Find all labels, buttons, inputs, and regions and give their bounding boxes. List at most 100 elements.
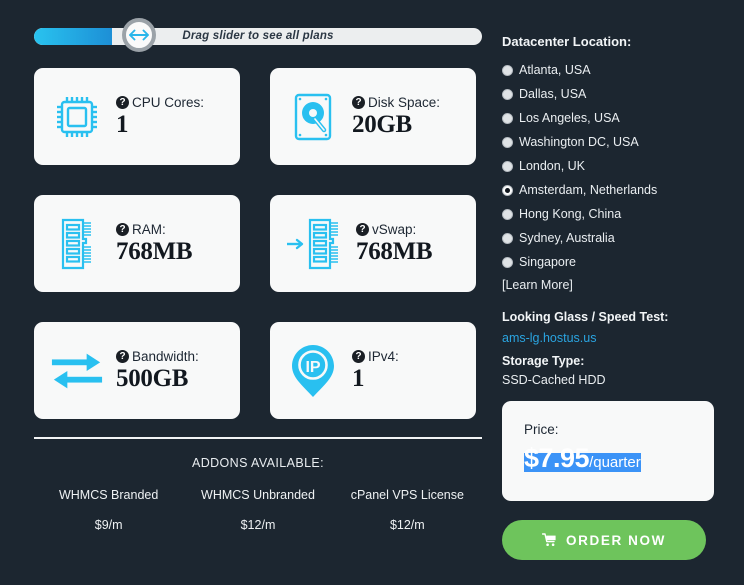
radio-button-icon[interactable]: [502, 184, 513, 196]
radio-button-icon[interactable]: [502, 136, 513, 148]
spec-label-row: ? Disk Space:: [352, 95, 462, 110]
addons-title: ADDONS AVAILABLE:: [191, 456, 325, 470]
spec-text: ? IPv4: 1: [352, 349, 462, 392]
price-amount: $7.95: [524, 443, 590, 473]
datacenter-option-dallas[interactable]: Dallas, USA: [502, 82, 714, 106]
spec-label-row: ? vSwap:: [356, 222, 462, 237]
radio-label: Atlanta, USA: [519, 63, 591, 77]
spec-text: ? Bandwidth: 500GB: [116, 349, 226, 392]
spec-card-cpu-cores: ? CPU Cores: 1: [34, 68, 240, 165]
ip-location-pin-icon: IP: [286, 342, 340, 400]
plan-slider-handle[interactable]: [122, 18, 156, 52]
datacenter-option-singapore[interactable]: Singapore: [502, 250, 714, 274]
svg-text:IP: IP: [305, 359, 320, 376]
addons-divider: [34, 437, 482, 439]
addons-section: ADDONS AVAILABLE: WHMCS Branded $9/m WHM…: [34, 437, 482, 532]
spec-value: 768MB: [356, 237, 433, 265]
spec-label-row: ? Bandwidth:: [116, 349, 226, 364]
storage-type-title: Storage Type:: [502, 354, 585, 368]
radio-button-icon[interactable]: [502, 232, 513, 244]
price-period: /quarter: [589, 454, 641, 471]
help-icon[interactable]: ?: [116, 349, 129, 363]
order-now-label: ORDER NOW: [566, 532, 666, 548]
addon-price: $12/m: [389, 518, 425, 532]
addon-name: WHMCS Branded: [58, 488, 159, 502]
spec-label-row: ? IPv4:: [352, 349, 462, 364]
spec-card-vswap: ? vSwap: 768MB: [270, 195, 476, 292]
datacenter-option-los-angeles[interactable]: Los Angeles, USA: [502, 106, 714, 130]
spec-card-grid: ? CPU Cores: 1 ? Disk Space: 20GB ? RAM:…: [34, 68, 478, 419]
datacenter-option-amsterdam[interactable]: Amsterdam, Netherlands: [502, 178, 714, 202]
left-right-arrow-icon: [129, 29, 149, 41]
cpu-chip-icon: [50, 88, 104, 146]
looking-glass-title: Looking Glass / Speed Test:: [502, 310, 669, 324]
vswap-arrow-ram-icon: [286, 215, 344, 273]
addons-name-row: WHMCS Branded $9/m WHMCS Unbranded $12/m…: [34, 488, 482, 532]
spec-label: Bandwidth:: [132, 348, 199, 364]
datacenter-radio-group[interactable]: Atlanta, USA Dallas, USA Los Angeles, US…: [502, 58, 714, 274]
spec-text: ? RAM: 768MB: [116, 222, 226, 265]
vps-plan-configurator: Drag slider to see all plans ? CPU Cores…: [0, 0, 744, 585]
radio-button-icon[interactable]: [502, 64, 513, 76]
radio-label: Washington DC, USA: [519, 135, 639, 149]
help-icon[interactable]: ?: [116, 95, 129, 109]
hard-disk-icon: [286, 88, 340, 146]
spec-label: RAM:: [132, 221, 166, 237]
learn-more-link[interactable]: [Learn More]: [502, 278, 573, 292]
datacenter-option-atlanta[interactable]: Atlanta, USA: [502, 58, 714, 82]
radio-label: London, UK: [519, 159, 586, 173]
radio-label: Dallas, USA: [519, 87, 587, 101]
datacenter-option-washington-dc[interactable]: Washington DC, USA: [502, 130, 714, 154]
spec-text: ? Disk Space: 20GB: [352, 95, 462, 138]
spec-card-ram: ? RAM: 768MB: [34, 195, 240, 292]
bandwidth-arrows-icon: [50, 342, 104, 400]
spec-value: 20GB: [352, 110, 412, 138]
radio-label: Singapore: [519, 255, 576, 269]
spec-label-row: ? RAM:: [116, 222, 226, 237]
spec-value: 768MB: [116, 237, 193, 265]
addon-name: cPanel VPS License: [350, 488, 464, 502]
radio-button-icon[interactable]: [502, 88, 513, 100]
radio-label: Los Angeles, USA: [519, 111, 620, 125]
spec-card-ipv4: IP ? IPv4: 1: [270, 322, 476, 419]
spec-value: 1: [116, 110, 129, 138]
spec-label: IPv4:: [368, 348, 399, 364]
spec-card-disk-space: ? Disk Space: 20GB: [270, 68, 476, 165]
plan-slider[interactable]: Drag slider to see all plans: [34, 18, 482, 52]
addon-item: WHMCS Unbranded $12/m: [183, 488, 332, 532]
plan-slider-label: Drag slider to see all plans: [182, 30, 334, 42]
spec-label: vSwap:: [372, 221, 417, 237]
storage-type-value: SSD-Cached HDD: [502, 373, 606, 387]
help-icon[interactable]: ?: [352, 349, 365, 363]
addon-item: cPanel VPS License $12/m: [333, 488, 482, 532]
addon-name: WHMCS Unbranded: [201, 488, 315, 502]
datacenter-option-london[interactable]: London, UK: [502, 154, 714, 178]
looking-glass-link[interactable]: ams-lg.hostus.us: [502, 331, 596, 345]
plan-specs-panel: Drag slider to see all plans ? CPU Cores…: [0, 0, 496, 585]
radio-button-icon[interactable]: [502, 112, 513, 124]
price-line: $7.95/quarter: [524, 443, 641, 474]
radio-label: Hong Kong, China: [519, 207, 622, 221]
spec-label-row: ? CPU Cores:: [116, 95, 226, 110]
spec-value: 1: [352, 364, 365, 392]
spec-text: ? vSwap: 768MB: [356, 222, 462, 265]
radio-button-icon[interactable]: [502, 160, 513, 172]
order-now-button[interactable]: ORDER NOW: [502, 520, 706, 560]
shopping-cart-icon: [542, 533, 557, 547]
help-icon[interactable]: ?: [116, 222, 129, 236]
radio-button-icon[interactable]: [502, 256, 513, 268]
datacenter-option-sydney[interactable]: Sydney, Australia: [502, 226, 714, 250]
spec-label: CPU Cores:: [132, 94, 205, 110]
radio-label: Sydney, Australia: [519, 231, 615, 245]
spec-label: Disk Space:: [368, 94, 441, 110]
help-icon[interactable]: ?: [356, 222, 369, 236]
addon-price: $9/m: [94, 518, 123, 532]
datacenter-location-title: Datacenter Location:: [502, 34, 632, 49]
price-label: Price:: [524, 422, 559, 437]
addon-price: $12/m: [240, 518, 276, 532]
radio-button-icon[interactable]: [502, 208, 513, 220]
help-icon[interactable]: ?: [352, 95, 365, 109]
datacenter-option-hong-kong[interactable]: Hong Kong, China: [502, 202, 714, 226]
spec-card-bandwidth: ? Bandwidth: 500GB: [34, 322, 240, 419]
configuration-sidebar: Datacenter Location: Atlanta, USA Dallas…: [496, 0, 744, 585]
